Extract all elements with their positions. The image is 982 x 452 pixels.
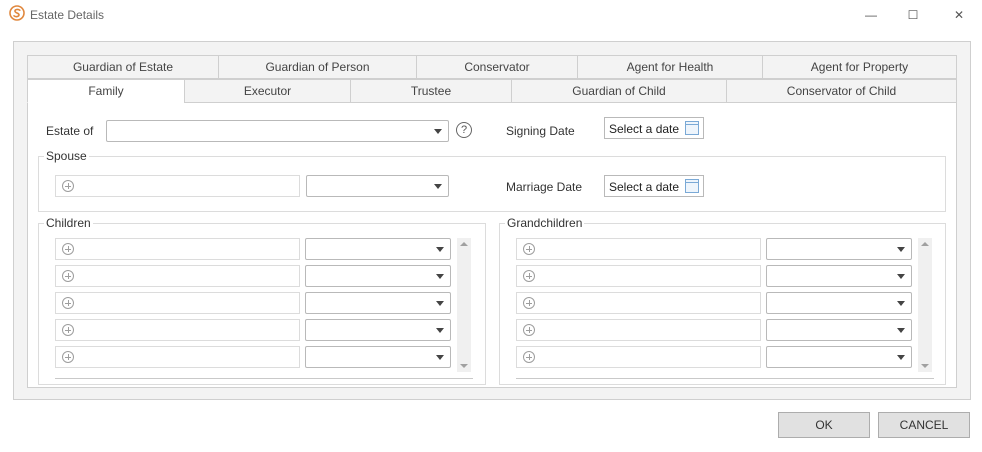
grandchildren-scrollbar[interactable] [918,238,932,372]
add-circle-icon[interactable] [523,270,535,282]
child-name-field[interactable] [55,265,300,287]
marriage-date-label: Marriage Date [506,180,583,194]
children-label: Children [44,216,93,230]
tab-conservator-of-child[interactable]: Conservator of Child [726,79,957,103]
child-name-field[interactable] [55,292,300,314]
calendar-icon[interactable] [685,179,699,193]
grandchild-name-field[interactable] [516,265,761,287]
tab-agent-for-property[interactable]: Agent for Property [762,55,957,79]
grandchild-relation-dropdown[interactable] [766,265,912,287]
tab-executor[interactable]: Executor [184,79,351,103]
grandchild-name-field[interactable] [516,346,761,368]
cancel-button[interactable]: CANCEL [878,412,970,438]
ok-button[interactable]: OK [778,412,870,438]
spouse-name-field[interactable] [55,175,300,197]
child-relation-dropdown[interactable] [305,319,451,341]
spouse-label: Spouse [44,149,89,163]
maximize-icon: ☐ [907,8,919,22]
grandchild-name-field[interactable] [516,292,761,314]
child-name-field[interactable] [55,238,300,260]
grandchild-relation-dropdown[interactable] [766,292,912,314]
child-name-field[interactable] [55,346,300,368]
child-relation-dropdown[interactable] [305,292,451,314]
estate-of-label: Estate of [46,124,94,138]
child-name-field[interactable] [55,319,300,341]
child-relation-dropdown[interactable] [305,238,451,260]
grandchild-name-field[interactable] [516,238,761,260]
children-divider [55,378,473,379]
grandchildren-label: Grandchildren [505,216,585,230]
maximize-button[interactable]: ☐ [890,0,936,30]
add-circle-icon[interactable] [523,243,535,255]
signing-date-placeholder: Select a date [609,122,680,136]
minimize-icon: — [865,8,877,22]
chevron-down-icon [897,355,905,360]
calendar-icon[interactable] [685,121,699,135]
close-window-button[interactable]: ✕ [936,0,982,30]
add-circle-icon[interactable] [62,270,74,282]
chevron-down-icon [897,274,905,279]
scroll-down-icon[interactable] [460,364,468,368]
grandchild-relation-dropdown[interactable] [766,238,912,260]
help-icon-glyph: ? [460,124,468,136]
estate-of-dropdown[interactable] [106,120,449,142]
chevron-down-icon [897,328,905,333]
chevron-down-icon [434,129,442,134]
add-circle-icon[interactable] [62,351,74,363]
tab-conservator[interactable]: Conservator [416,55,578,79]
scroll-up-icon[interactable] [460,242,468,246]
tab-family[interactable]: Family [27,79,185,103]
chevron-down-icon [436,355,444,360]
spouse-relation-dropdown[interactable] [306,175,449,197]
chevron-down-icon [897,301,905,306]
minimize-button[interactable]: — [848,0,894,30]
tab-guardian-of-child[interactable]: Guardian of Child [511,79,727,103]
scroll-down-icon[interactable] [921,364,929,368]
marriage-date-placeholder: Select a date [609,180,680,194]
children-scrollbar[interactable] [457,238,471,372]
tab-agent-for-health[interactable]: Agent for Health [577,55,763,79]
add-circle-icon[interactable] [62,297,74,309]
chevron-down-icon [436,301,444,306]
chevron-down-icon [436,328,444,333]
signing-date-label: Signing Date [506,124,575,138]
grandchildren-divider [516,378,934,379]
add-circle-icon[interactable] [62,243,74,255]
chevron-down-icon [434,184,442,189]
help-icon[interactable]: ? [456,122,472,138]
signing-date-picker[interactable]: Select a date [604,117,704,139]
chevron-down-icon [897,247,905,252]
marriage-date-picker[interactable]: Select a date [604,175,704,197]
tab-guardian-of-person[interactable]: Guardian of Person [218,55,417,79]
add-circle-icon[interactable] [523,297,535,309]
grandchild-relation-dropdown[interactable] [766,346,912,368]
close-icon: ✕ [953,8,965,22]
window-title: Estate Details [30,8,105,22]
add-circle-icon[interactable] [62,324,74,336]
add-circle-icon[interactable] [62,180,74,192]
child-relation-dropdown[interactable] [305,265,451,287]
chevron-down-icon [436,274,444,279]
grandchild-name-field[interactable] [516,319,761,341]
grandchild-relation-dropdown[interactable] [766,319,912,341]
app-logo-icon [9,5,25,21]
child-relation-dropdown[interactable] [305,346,451,368]
add-circle-icon[interactable] [523,351,535,363]
scroll-up-icon[interactable] [921,242,929,246]
chevron-down-icon [436,247,444,252]
tab-guardian-of-estate[interactable]: Guardian of Estate [27,55,219,79]
tab-trustee[interactable]: Trustee [350,79,512,103]
add-circle-icon[interactable] [523,324,535,336]
